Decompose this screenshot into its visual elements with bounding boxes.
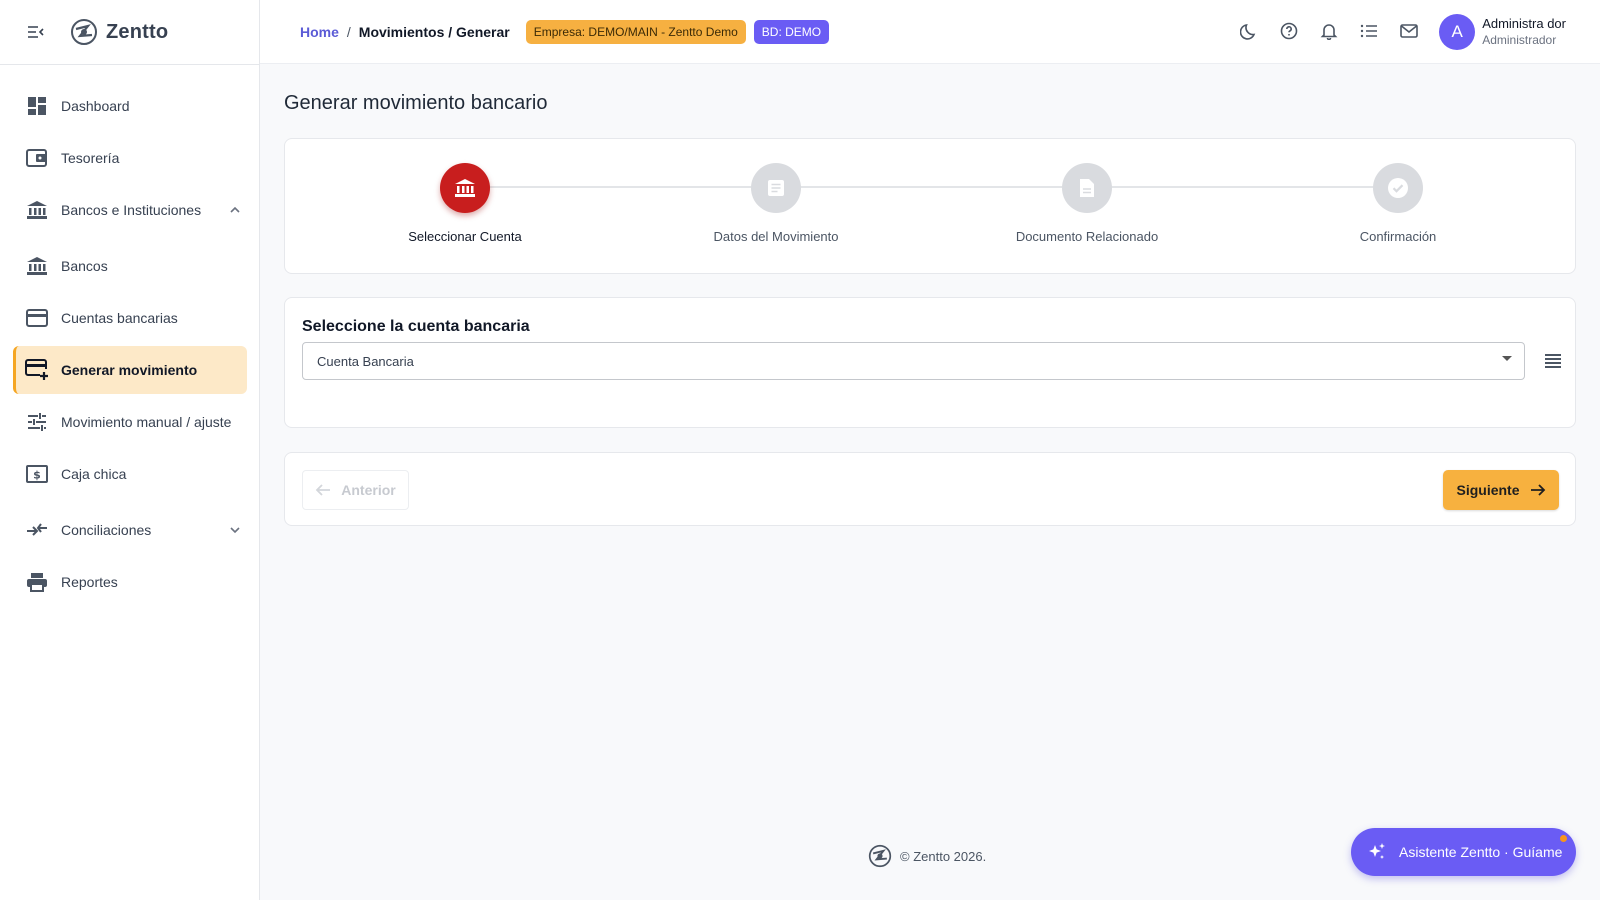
chevron-down-icon <box>230 527 240 534</box>
sidebar-item-label: Reportes <box>61 574 118 590</box>
card-add-icon <box>25 358 49 382</box>
bank-icon <box>440 163 490 213</box>
avatar: A <box>1439 14 1476 50</box>
user-menu[interactable]: A Administra dor Administrador <box>1439 14 1566 50</box>
bank-icon <box>25 198 49 222</box>
sidebar-header: Zentto <box>0 0 259 65</box>
wizard-navigation: Anterior Siguiente <box>284 452 1576 526</box>
section-title: Seleccione la cuenta bancaria <box>302 318 530 335</box>
top-bar: Home / Movimientos / Generar Empresa: DE… <box>260 0 1600 64</box>
breadcrumb-home-link[interactable]: Home <box>300 24 339 40</box>
step-confirmacion[interactable]: Confirmación <box>1298 163 1498 244</box>
sidebar-item-label: Conciliaciones <box>61 522 152 538</box>
sidebar-item-dashboard[interactable]: Dashboard <box>13 82 247 130</box>
sidebar-item-bancos-e-instituciones[interactable]: Bancos e Instituciones <box>13 186 247 234</box>
notification-dot <box>1560 835 1567 842</box>
previous-label: Anterior <box>341 482 396 498</box>
page-title: Generar movimiento bancario <box>284 92 548 114</box>
database-badge: BD: DEMO <box>753 19 830 44</box>
tune-icon <box>25 410 49 434</box>
zentto-logo-icon <box>71 19 97 45</box>
bank-account-select[interactable]: Cuenta Bancaria <box>302 342 1525 380</box>
dropdown-arrow-icon <box>1502 356 1512 361</box>
sidebar-item-label: Dashboard <box>61 98 130 114</box>
sidebar-item-label: Bancos <box>61 258 108 274</box>
check-icon <box>1373 163 1423 213</box>
step-label: Datos del Movimiento <box>713 229 839 244</box>
sidebar-item-label: Generar movimiento <box>61 362 198 378</box>
sidebar: Zentto Dashboard Tesorería Bancos e Inst… <box>0 0 260 900</box>
sidebar-item-label: Tesorería <box>61 150 120 166</box>
wallet-icon <box>25 146 49 170</box>
menu-list-icon[interactable] <box>1543 351 1563 371</box>
account-select-card: Seleccione la cuenta bancaria Cuenta Ban… <box>284 297 1576 428</box>
sidebar-item-label: Caja chica <box>61 466 127 482</box>
next-button[interactable]: Siguiente <box>1443 470 1559 510</box>
svg-text:$: $ <box>33 469 41 482</box>
sparkle-icon <box>1369 843 1385 859</box>
credit-card-icon <box>25 306 49 330</box>
breadcrumb: Home / Movimientos / Generar <box>300 24 510 40</box>
bell-icon[interactable] <box>1318 20 1340 42</box>
cash-icon: $ <box>25 462 49 486</box>
user-info: Administra dor Administrador <box>1482 15 1566 49</box>
stepper: Seleccionar Cuenta Datos del Movimiento … <box>284 138 1576 274</box>
arrow-right-icon <box>1530 484 1545 496</box>
notes-icon <box>751 163 801 213</box>
compare-icon <box>25 518 49 542</box>
app-name: Zentto <box>106 20 169 43</box>
step-documento-relacionado[interactable]: Documento Relacionado <box>987 163 1187 244</box>
footer: © Zentto 2026. <box>868 844 986 868</box>
menu-collapse-icon[interactable] <box>26 22 46 42</box>
moon-icon[interactable] <box>1238 20 1260 42</box>
empresa-badge: Empresa: DEMO/MAIN - Zentto Demo <box>525 19 746 44</box>
help-icon[interactable] <box>1278 20 1300 42</box>
sidebar-item-caja-chica[interactable]: $ Caja chica <box>13 450 247 498</box>
user-role: Administrador <box>1482 33 1557 47</box>
breadcrumb-separator: / <box>346 23 351 40</box>
previous-button[interactable]: Anterior <box>302 470 409 510</box>
mail-icon[interactable] <box>1398 20 1420 42</box>
breadcrumb-current: Movimientos / Generar <box>358 23 510 40</box>
sidebar-item-conciliaciones[interactable]: Conciliaciones <box>13 506 247 554</box>
app-logo[interactable]: Zentto <box>70 18 168 46</box>
sidebar-item-label: Movimiento manual / ajuste <box>61 414 232 430</box>
step-label: Confirmación <box>1359 229 1437 244</box>
user-name: Administra dor <box>1482 16 1566 31</box>
print-icon <box>25 570 49 594</box>
next-label: Siguiente <box>1456 482 1520 498</box>
sidebar-item-tesoreria[interactable]: Tesorería <box>13 134 247 182</box>
bank-icon <box>25 254 49 278</box>
sidebar-item-movimiento-manual[interactable]: Movimiento manual / ajuste <box>13 398 247 446</box>
arrow-left-icon <box>315 484 331 496</box>
sidebar-item-generar-movimiento[interactable]: Generar movimiento <box>13 346 247 394</box>
zentto-logo-icon <box>868 844 892 868</box>
sidebar-nav: Dashboard Tesorería Bancos e Institucion… <box>0 65 259 606</box>
chevron-up-icon <box>230 206 240 213</box>
select-placeholder: Cuenta Bancaria <box>317 353 414 369</box>
step-seleccionar-cuenta[interactable]: Seleccionar Cuenta <box>365 163 565 244</box>
document-icon <box>1062 163 1112 213</box>
assistant-label: Asistente Zentto · Guíame <box>1399 844 1563 860</box>
sidebar-item-reportes[interactable]: Reportes <box>13 558 247 606</box>
list-icon[interactable] <box>1358 20 1380 42</box>
dashboard-icon <box>25 94 49 118</box>
step-label: Documento Relacionado <box>1015 229 1159 244</box>
step-datos-del-movimiento[interactable]: Datos del Movimiento <box>676 163 876 244</box>
sidebar-item-label: Bancos e Instituciones <box>61 202 202 218</box>
footer-text: © Zentto 2026. <box>900 848 987 864</box>
step-label: Seleccionar Cuenta <box>408 229 522 244</box>
header-actions <box>1238 20 1420 42</box>
sidebar-item-bancos[interactable]: Bancos <box>13 242 247 290</box>
assistant-button[interactable]: Asistente Zentto · Guíame <box>1351 828 1576 876</box>
sidebar-item-cuentas-bancarias[interactable]: Cuentas bancarias <box>13 294 247 342</box>
sidebar-item-label: Cuentas bancarias <box>61 310 178 326</box>
